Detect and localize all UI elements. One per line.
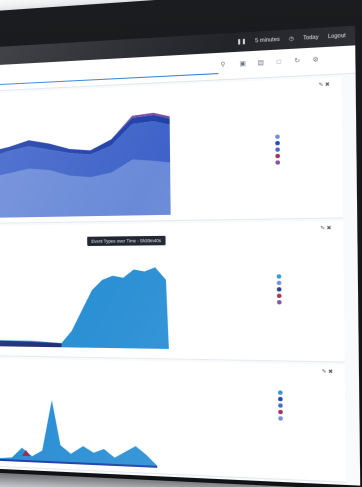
panel-edit-icon[interactable]: ✎ ✖ xyxy=(320,225,331,232)
monitor-bezel: ❚❚ 5 minutes ◷ Today Logout ⚲ ▣ ▤ □ ↻ ⚙ … xyxy=(0,0,362,487)
monitor-screen: ❚❚ 5 minutes ◷ Today Logout ⚲ ▣ ▤ □ ↻ ⚙ … xyxy=(0,25,361,486)
legend-item[interactable] xyxy=(275,159,281,166)
panel-edit-icon[interactable]: ✎ ✖ xyxy=(318,82,329,89)
series-sky xyxy=(0,267,169,349)
legend xyxy=(275,133,281,166)
legend xyxy=(276,273,282,305)
reload-icon[interactable]: ↻ xyxy=(290,55,304,69)
time-range-picker[interactable]: 5 minutes xyxy=(255,37,280,45)
area-chart-2 xyxy=(0,267,169,349)
legend-item[interactable] xyxy=(276,299,282,305)
settings-icon[interactable]: ⚙ xyxy=(309,54,323,68)
clock-icon: ◷ xyxy=(288,35,294,43)
load-icon[interactable]: ▤ xyxy=(254,57,268,71)
area-chart-3 xyxy=(0,398,158,468)
search-input[interactable] xyxy=(0,59,219,86)
save-icon[interactable]: ▣ xyxy=(236,58,250,71)
panel-edit-icon[interactable]: ✎ ✖ xyxy=(322,369,333,376)
chart-tooltip: Event Types over Time - 5h30m40s xyxy=(87,235,166,246)
share-icon[interactable]: □ xyxy=(272,56,286,70)
search-icon[interactable]: ⚲ xyxy=(220,61,229,70)
panel-area-chart-1: ✎ ✖ xyxy=(0,76,344,224)
legend-item[interactable] xyxy=(278,415,283,422)
panel-area-chart-2: ✎ ✖ Event Types over Time - 5h30m40s xyxy=(0,220,345,363)
logout-link[interactable]: Logout xyxy=(328,33,346,41)
legend xyxy=(277,389,283,422)
panel-area-chart-3: ✎ ✖ xyxy=(0,358,347,483)
pause-icon[interactable]: ❚❚ xyxy=(237,39,246,46)
day-label[interactable]: Today xyxy=(303,34,318,41)
area-chart-1 xyxy=(0,112,171,218)
